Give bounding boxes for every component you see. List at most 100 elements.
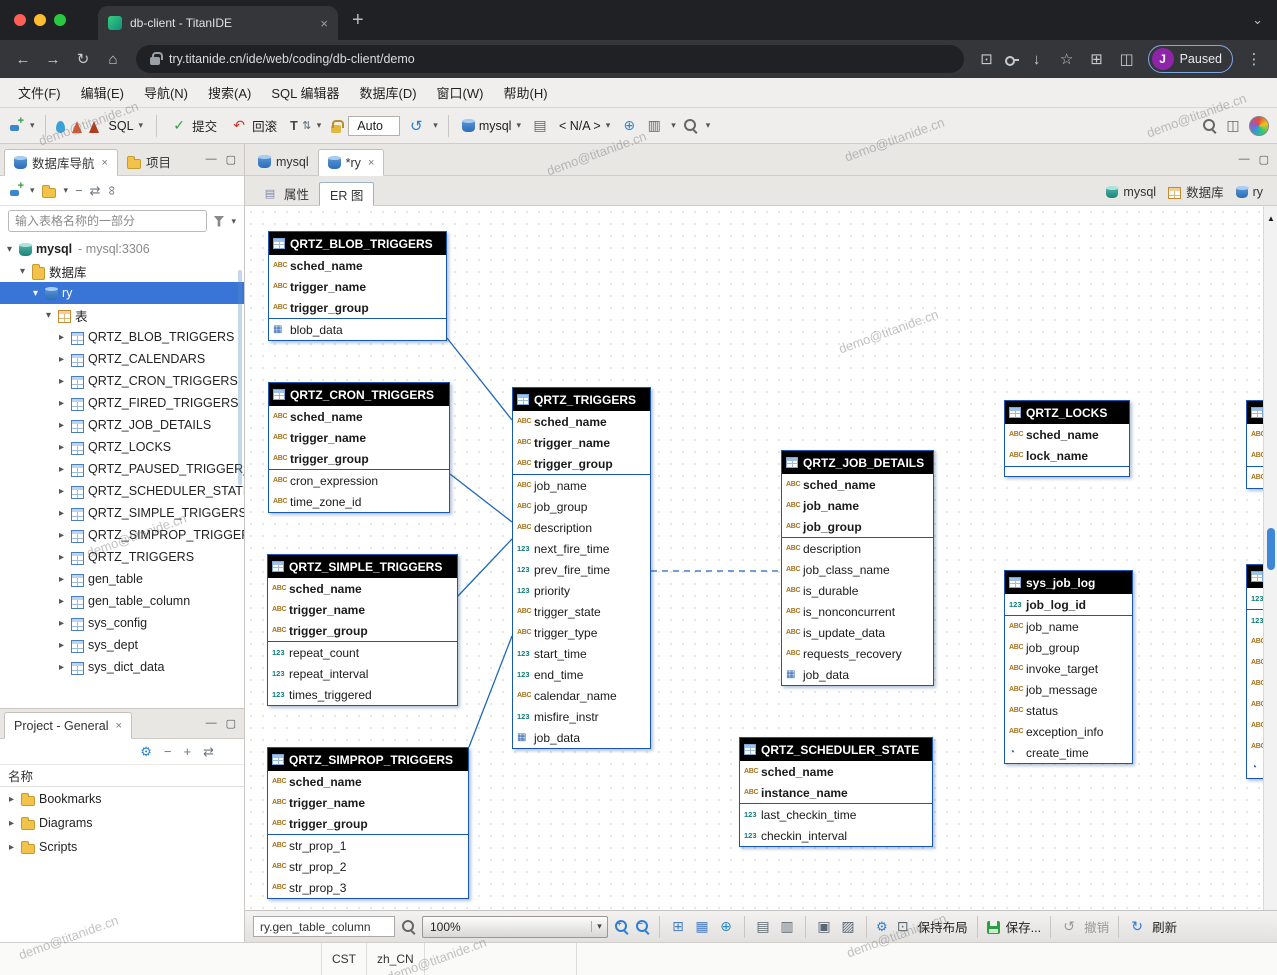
filter-dropdown-icon[interactable]: ▾ (231, 216, 236, 227)
menu-item-3[interactable]: 导航(N) (134, 83, 198, 102)
entity-column[interactable]: ABCis_durable (782, 580, 933, 601)
vertical-scrollbar[interactable]: ▲ (1263, 206, 1277, 910)
entity-column[interactable]: ABCtrigger_name (268, 792, 468, 813)
expand-icon[interactable]: ▸ (56, 376, 67, 387)
connection-selector[interactable]: mysql▾ (459, 117, 524, 135)
tree-item-QRTZ_CALENDARS[interactable]: ▸QRTZ_CALENDARS (0, 348, 244, 370)
collapse-icon[interactable]: ▾ (4, 244, 15, 255)
diagram-settings-icon[interactable]: ⚙ (876, 919, 888, 935)
entity-column[interactable]: ABCdescription (782, 538, 933, 559)
tree-item-QRTZ_SIMPLE_TRIGGERS[interactable]: ▸QRTZ_SIMPLE_TRIGGERS (0, 502, 244, 524)
server-icon[interactable]: ▥ (645, 118, 663, 134)
extensions-icon[interactable]: ⊞ (1084, 50, 1110, 68)
layout-panel-icon[interactable]: ◫ (1224, 118, 1242, 134)
keep-layout-button[interactable]: 保持布局 (918, 917, 968, 936)
settings-gear-icon[interactable]: ⚙ (140, 744, 152, 760)
zoom-dropdown-icon[interactable]: ▾ (591, 921, 607, 932)
entity-column[interactable]: ABCjob_name (513, 475, 650, 496)
menu-item-7[interactable]: 窗口(W) (427, 83, 494, 102)
entity-clipped[interactable]: ABCABCABC (1246, 400, 1263, 489)
minimize-panel-icon[interactable]: — (206, 717, 217, 730)
menu-item-8[interactable]: 帮助(H) (493, 83, 557, 102)
routing-icon[interactable]: ⊕ (717, 919, 735, 935)
document-icon[interactable]: ▤ (531, 118, 549, 134)
entity-column[interactable]: ABCtrigger_name (269, 427, 449, 448)
entity-column[interactable]: ABCsched_name (740, 761, 932, 782)
expand-icon[interactable]: ▸ (56, 640, 67, 651)
export-image-icon[interactable]: ▨ (839, 919, 857, 935)
entity-header[interactable]: QRTZ_SIMPROP_TRIGGERS (268, 748, 468, 771)
entity-column[interactable]: ABClock_name (1005, 445, 1129, 466)
maximize-panel-icon[interactable]: ▢ (226, 717, 236, 730)
entity-QRTZ_SCHEDULER_STATE[interactable]: QRTZ_SCHEDULER_STATEABCsched_nameABCinst… (739, 737, 933, 847)
browser-tab[interactable]: db-client - TitanIDE × (98, 6, 338, 40)
entity-column[interactable]: ABCinvoke_target (1005, 658, 1132, 679)
undo-button[interactable]: 撤销 (1084, 917, 1109, 936)
tab-properties[interactable]: ▤ 属性 (251, 181, 319, 205)
entity-column[interactable]: ABCis_nonconcurrent (782, 601, 933, 622)
entity-column[interactable]: ABCjob_class_name (782, 559, 933, 580)
search-dropdown-icon[interactable]: ▾ (706, 120, 711, 131)
tree-item-mysql[interactable]: ▾mysql - mysql:3306 (0, 238, 244, 260)
tab-database-navigator[interactable]: 数据库导航 × (4, 149, 118, 176)
tree-item-sys_config[interactable]: ▸sys_config (0, 612, 244, 634)
collapse-all-icon[interactable]: − (75, 183, 83, 198)
diagram-search-icon[interactable] (401, 919, 416, 934)
entity-QRTZ_CRON_TRIGGERS[interactable]: QRTZ_CRON_TRIGGERSABCsched_nameABCtrigge… (268, 382, 450, 513)
attributes-view-icon[interactable]: ▥ (778, 919, 796, 935)
tree-item-QRTZ_CRON_TRIGGERS[interactable]: ▸QRTZ_CRON_TRIGGERS (0, 370, 244, 392)
scrollbar-thumb[interactable] (1267, 528, 1275, 570)
entity-clipped[interactable]: 123123ABCABCABCABCABCABC◔ (1246, 564, 1263, 779)
tab-project-general[interactable]: Project - General × (4, 712, 132, 739)
project-item-Scripts[interactable]: ▸Scripts (0, 835, 244, 859)
er-connection-2[interactable] (450, 474, 512, 522)
entity-column[interactable]: ABC (1247, 715, 1263, 736)
expand-icon[interactable]: ▸ (56, 486, 67, 497)
entity-column[interactable]: 123prev_fire_time (513, 559, 650, 580)
expand-icon[interactable]: ▸ (56, 530, 67, 541)
entity-column[interactable]: 123last_checkin_time (740, 804, 932, 825)
minimize-panel-icon[interactable]: — (206, 153, 217, 166)
entity-column[interactable]: 123checkin_interval (740, 825, 932, 846)
close-icon[interactable]: × (368, 157, 374, 169)
entity-column[interactable]: ABC (1247, 445, 1263, 466)
entity-column[interactable]: ◔create_time (1005, 742, 1132, 763)
collapse-icon[interactable]: ▾ (43, 310, 54, 321)
entity-column[interactable]: ▦job_data (782, 664, 933, 685)
expand-icon[interactable]: ▸ (56, 508, 67, 519)
close-icon[interactable]: × (115, 720, 121, 732)
expand-icon[interactable]: ▸ (56, 420, 67, 431)
tree-item-数据库[interactable]: ▾数据库 (0, 260, 244, 282)
entity-column[interactable]: ABCtrigger_name (268, 599, 457, 620)
entity-header[interactable]: QRTZ_BLOB_TRIGGERS (269, 232, 446, 255)
auto-layout-icon[interactable]: ⊞ (669, 919, 687, 935)
tree-item-QRTZ_PAUSED_TRIGGER_GRPS[interactable]: ▸QRTZ_PAUSED_TRIGGER_GRPS (0, 458, 244, 480)
auto-commit-combo[interactable]: Auto (348, 116, 400, 136)
menu-item-1[interactable]: 文件(F) (8, 83, 71, 102)
expand-icon[interactable]: ▸ (56, 398, 67, 409)
back-icon[interactable]: ← (10, 51, 36, 68)
entity-header[interactable] (1247, 565, 1263, 588)
tree-item-gen_table[interactable]: ▸gen_table (0, 568, 244, 590)
entity-column[interactable]: ABC (1247, 467, 1263, 488)
minimize-panel-icon[interactable]: — (1239, 153, 1250, 166)
entity-column[interactable]: 123start_time (513, 643, 650, 664)
tree-scrollbar[interactable] (238, 270, 242, 485)
expand-icon[interactable]: ▸ (56, 618, 67, 629)
menu-item-2[interactable]: 编辑(E) (71, 83, 134, 102)
entity-column[interactable]: ABCjob_group (782, 516, 933, 537)
execute-icon[interactable] (72, 121, 82, 133)
tree-item-QRTZ_SIMPROP_TRIGGERS[interactable]: ▸QRTZ_SIMPROP_TRIGGERS (0, 524, 244, 546)
entity-header[interactable]: QRTZ_JOB_DETAILS (782, 451, 933, 474)
entity-column[interactable]: ABCstr_prop_2 (268, 856, 468, 877)
diagram-search-input[interactable] (253, 916, 395, 937)
table-search-input[interactable] (8, 210, 207, 232)
zoom-out-icon[interactable]: − (635, 919, 650, 934)
screenshot-icon[interactable]: ⊡ (974, 50, 1000, 68)
entity-column[interactable]: ABCtime_zone_id (269, 491, 449, 512)
tree-item-QRTZ_BLOB_TRIGGERS[interactable]: ▸QRTZ_BLOB_TRIGGERS (0, 326, 244, 348)
expand-icon[interactable]: ▸ (56, 596, 67, 607)
entity-column[interactable]: ▦blob_data (269, 319, 446, 340)
entity-column[interactable]: ABCstr_prop_3 (268, 877, 468, 898)
folder-dropdown-icon[interactable]: ▾ (64, 185, 69, 196)
